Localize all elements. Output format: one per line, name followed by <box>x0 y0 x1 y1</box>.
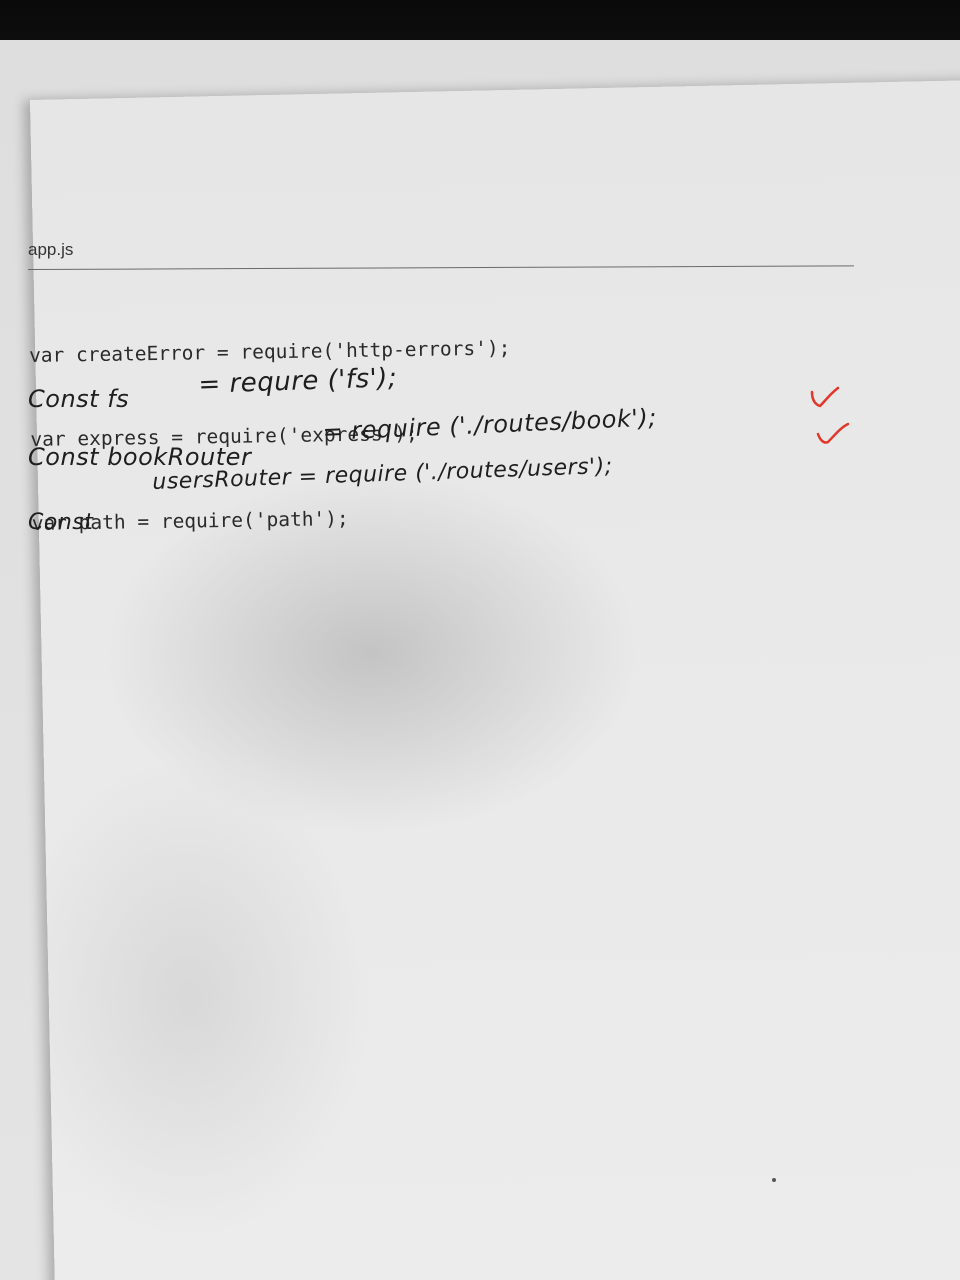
check-mark-icon <box>810 386 840 408</box>
handwritten-line-3-left: Const <box>28 510 94 535</box>
red-check-marks <box>810 386 850 444</box>
check-mark-icon <box>816 422 850 444</box>
photo-scene: app.js var createError = require('http-e… <box>0 0 960 1280</box>
paper-sheet <box>30 79 960 1280</box>
handwritten-line-1-left: Const fs <box>28 385 130 413</box>
code-line: var createError = require('http-errors')… <box>28 336 511 367</box>
ink-dot <box>772 1178 776 1182</box>
document-filename: app.js <box>28 240 74 259</box>
code-line: var path = require('path'); <box>31 506 349 535</box>
